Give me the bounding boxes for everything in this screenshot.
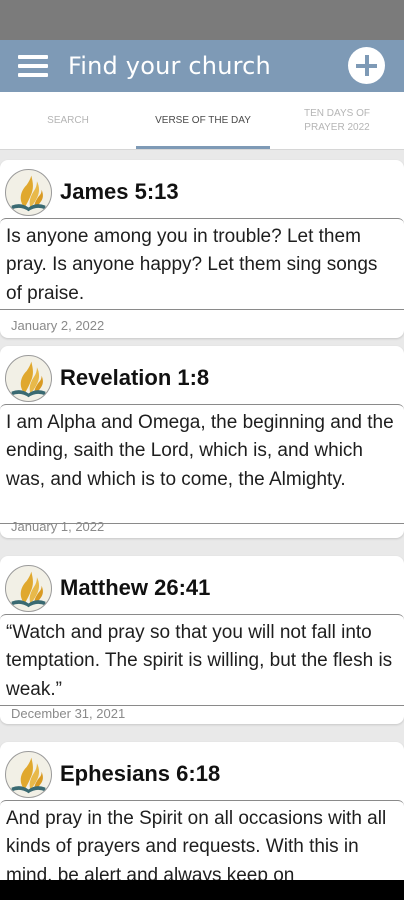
tab-search[interactable]: SEARCH <box>0 92 136 150</box>
app-bar: Find your church <box>0 40 404 92</box>
verse-text: I am Alpha and Omega, the beginning and … <box>0 404 404 524</box>
verse-feed[interactable]: James 5:13 Is anyone among you in troubl… <box>0 150 404 880</box>
verse-text: Is anyone among you in trouble? Let them… <box>0 218 404 310</box>
menu-icon[interactable] <box>16 53 50 79</box>
verse-reference: Matthew 26:41 <box>60 575 211 600</box>
church-logo-icon <box>5 355 52 402</box>
add-button[interactable] <box>348 47 385 84</box>
verse-card-header: Revelation 1:8 <box>0 346 404 404</box>
verse-card-header: Ephesians 6:18 <box>0 742 404 800</box>
verse-card[interactable]: James 5:13 Is anyone among you in troubl… <box>0 160 404 338</box>
verse-card[interactable]: Ephesians 6:18 And pray in the Spirit on… <box>0 742 404 880</box>
verse-date: January 1, 2022 <box>11 519 105 534</box>
tab-verse-of-the-day[interactable]: VERSE OF THE DAY <box>136 92 270 150</box>
verse-reference: James 5:13 <box>60 179 179 204</box>
verse-date: January 2, 2022 <box>11 318 105 333</box>
verse-card[interactable]: Matthew 26:41 “Watch and pray so that yo… <box>0 556 404 724</box>
verse-text: “Watch and pray so that you will not fal… <box>0 614 404 706</box>
verse-reference: Ephesians 6:18 <box>60 761 221 786</box>
page-title: Find your church <box>68 52 271 80</box>
verse-date: December 31, 2021 <box>11 706 126 721</box>
verse-reference: Revelation 1:8 <box>60 365 210 390</box>
verse-card[interactable]: Revelation 1:8 I am Alpha and Omega, the… <box>0 346 404 538</box>
tab-bar: SEARCH VERSE OF THE DAY TEN DAYS OF PRAY… <box>0 92 404 150</box>
church-logo-icon <box>5 751 52 798</box>
church-logo-icon <box>5 169 52 216</box>
verse-text: And pray in the Spirit on all occasions … <box>0 800 404 880</box>
verse-card-header: James 5:13 <box>0 160 404 218</box>
church-logo-icon <box>5 565 52 612</box>
tab-ten-days-of-prayer[interactable]: TEN DAYS OF PRAYER 2022 <box>270 92 404 150</box>
active-tab-indicator <box>136 146 270 149</box>
verse-card-header: Matthew 26:41 <box>0 556 404 614</box>
status-bar <box>0 0 404 40</box>
system-nav-bar <box>0 880 404 900</box>
